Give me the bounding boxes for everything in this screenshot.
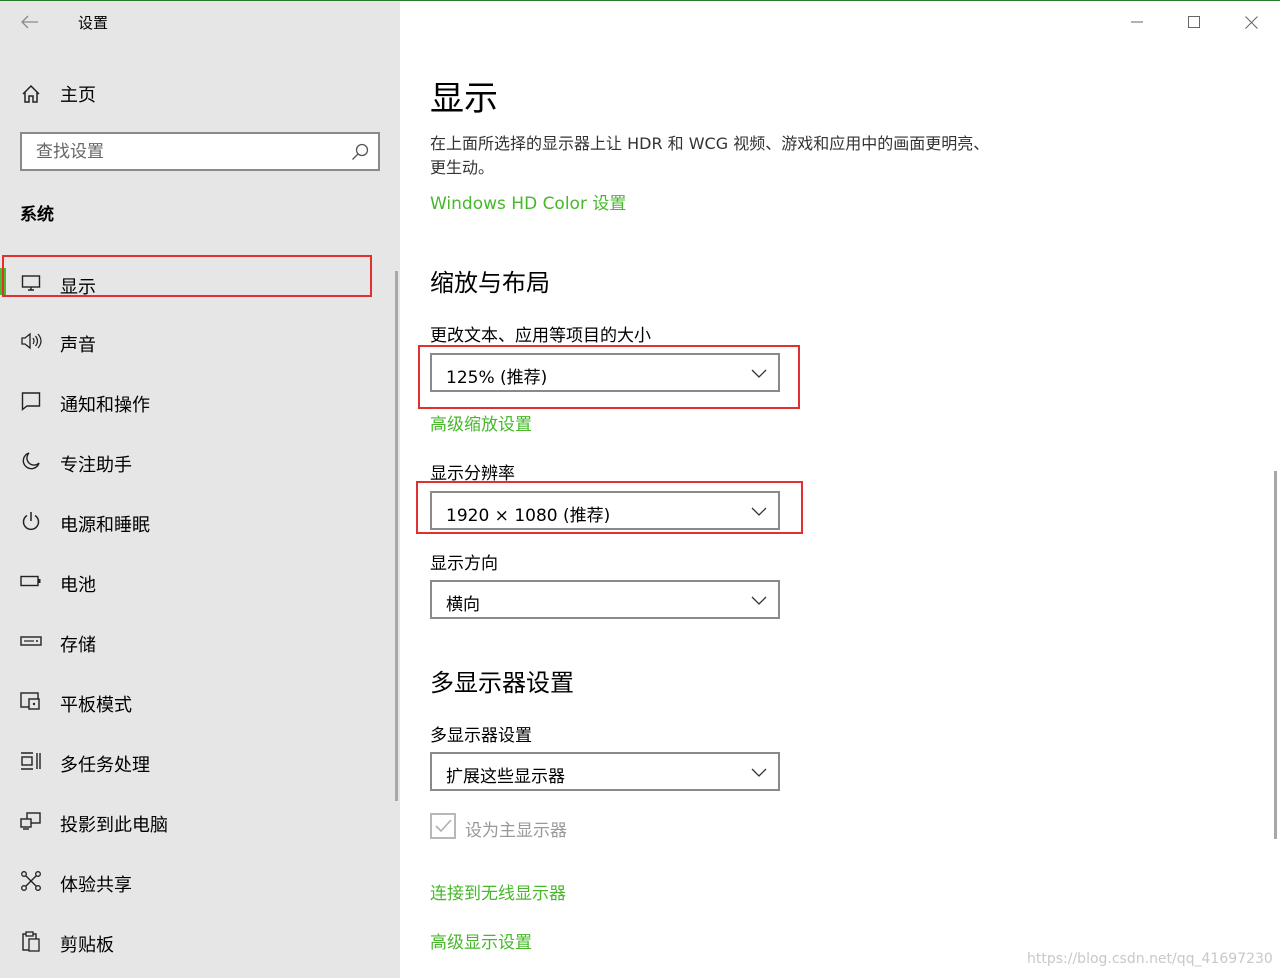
moon-icon [20,450,42,472]
search-box [20,132,380,171]
sidebar-nav: 显示 声音 通知和操作 专注助手 电源和睡眠 电池 存储 平板模式 多任务处理 … [0,253,400,973]
sidebar-item-label: 电池 [60,575,96,596]
orientation-value: 横向 [446,595,480,615]
back-arrow-icon [21,15,38,29]
sidebar-item-label: 存储 [60,635,96,656]
sidebar-item-display[interactable]: 显示 [0,253,400,313]
sidebar-item-multitasking[interactable]: 多任务处理 [0,733,400,793]
sidebar-scrollbar[interactable] [395,271,398,801]
sidebar: 设置 主页 系统 显示 [0,1,400,978]
make-main-display-checkbox[interactable] [430,813,456,839]
battery-icon [20,570,42,592]
storage-icon [20,630,42,652]
sidebar-item-storage[interactable]: 存储 [0,613,400,673]
watermark: https://blog.csdn.net/qq_41697230 [1027,951,1273,967]
chevron-down-icon [751,369,767,378]
multi-display-dropdown[interactable]: 扩展这些显示器 [430,752,780,791]
sidebar-item-home[interactable]: 主页 [0,73,400,115]
home-icon [20,83,42,105]
sidebar-item-label: 剪贴板 [60,935,114,956]
checkmark-icon [435,819,452,833]
sidebar-item-tablet-mode[interactable]: 平板模式 [0,673,400,733]
monitor-icon [20,272,42,294]
sidebar-item-focus-assist[interactable]: 专注助手 [0,433,400,493]
sidebar-item-label: 显示 [60,277,96,298]
multitasking-icon [20,750,42,772]
connect-wireless-display-link[interactable]: 连接到无线显示器 [430,879,566,904]
advanced-display-settings-link[interactable]: 高级显示设置 [430,928,532,953]
power-icon [20,510,42,532]
back-button[interactable] [12,7,48,37]
multi-display-label: 多显示器设置 [430,726,532,746]
app-title: 设置 [78,14,109,32]
tablet-mode-icon [20,690,42,712]
page-title: 显示 [430,79,498,119]
settings-window: 设置 主页 系统 显示 [0,0,1280,978]
sidebar-item-sound[interactable]: 声音 [0,313,400,373]
content-scrollbar[interactable] [1274,471,1277,839]
text-size-dropdown[interactable]: 125% (推荐) [430,353,780,392]
sidebar-item-label: 平板模式 [60,695,132,716]
chevron-down-icon [751,768,767,777]
hdr-description: 在上面所选择的显示器上让 HDR 和 WCG 视频、游戏和应用中的画面更明亮、更… [430,134,990,177]
speaker-icon [20,330,42,352]
text-size-value: 125% (推荐) [446,368,548,388]
sidebar-item-clipboard[interactable]: 剪贴板 [0,913,400,973]
sidebar-item-power[interactable]: 电源和睡眠 [0,493,400,553]
sidebar-item-label: 专注助手 [60,455,132,476]
chevron-down-icon [751,507,767,516]
sidebar-item-label: 通知和操作 [60,395,150,416]
multi-display-heading: 多显示器设置 [430,669,574,697]
clipboard-icon [20,930,42,952]
notification-icon [20,390,42,412]
scale-layout-heading: 缩放与布局 [430,269,550,297]
sidebar-item-notifications[interactable]: 通知和操作 [0,373,400,433]
chevron-down-icon [751,596,767,605]
multi-display-value: 扩展这些显示器 [446,767,565,787]
project-icon [20,810,42,832]
sidebar-item-shared-experiences[interactable]: 体验共享 [0,853,400,913]
sidebar-item-project-to-pc[interactable]: 投影到此电脑 [0,793,400,853]
selection-indicator [0,268,6,295]
section-title: 系统 [20,205,54,225]
search-icon[interactable] [350,142,370,162]
orientation-dropdown[interactable]: 横向 [430,580,780,619]
resolution-dropdown[interactable]: 1920 × 1080 (推荐) [430,491,780,530]
search-input[interactable] [22,134,342,169]
sidebar-item-label: 多任务处理 [60,755,150,776]
sidebar-item-battery[interactable]: 电池 [0,553,400,613]
sidebar-item-label: 主页 [60,85,96,106]
sidebar-item-label: 声音 [60,335,96,356]
orientation-label: 显示方向 [430,554,498,574]
sidebar-item-label: 投影到此电脑 [60,815,168,836]
advanced-scaling-settings-link[interactable]: 高级缩放设置 [430,410,532,435]
sidebar-item-label: 电源和睡眠 [60,515,150,536]
resolution-label: 显示分辨率 [430,464,515,484]
text-size-label: 更改文本、应用等项目的大小 [430,326,651,346]
resolution-value: 1920 × 1080 (推荐) [446,506,611,526]
main-content: 显示 在上面所选择的显示器上让 HDR 和 WCG 视频、游戏和应用中的画面更明… [400,1,1280,978]
windows-hd-color-settings-link[interactable]: Windows HD Color 设置 [430,189,626,214]
make-main-display-label: 设为主显示器 [465,821,567,841]
sidebar-item-label: 体验共享 [60,875,132,896]
share-icon [20,870,42,892]
